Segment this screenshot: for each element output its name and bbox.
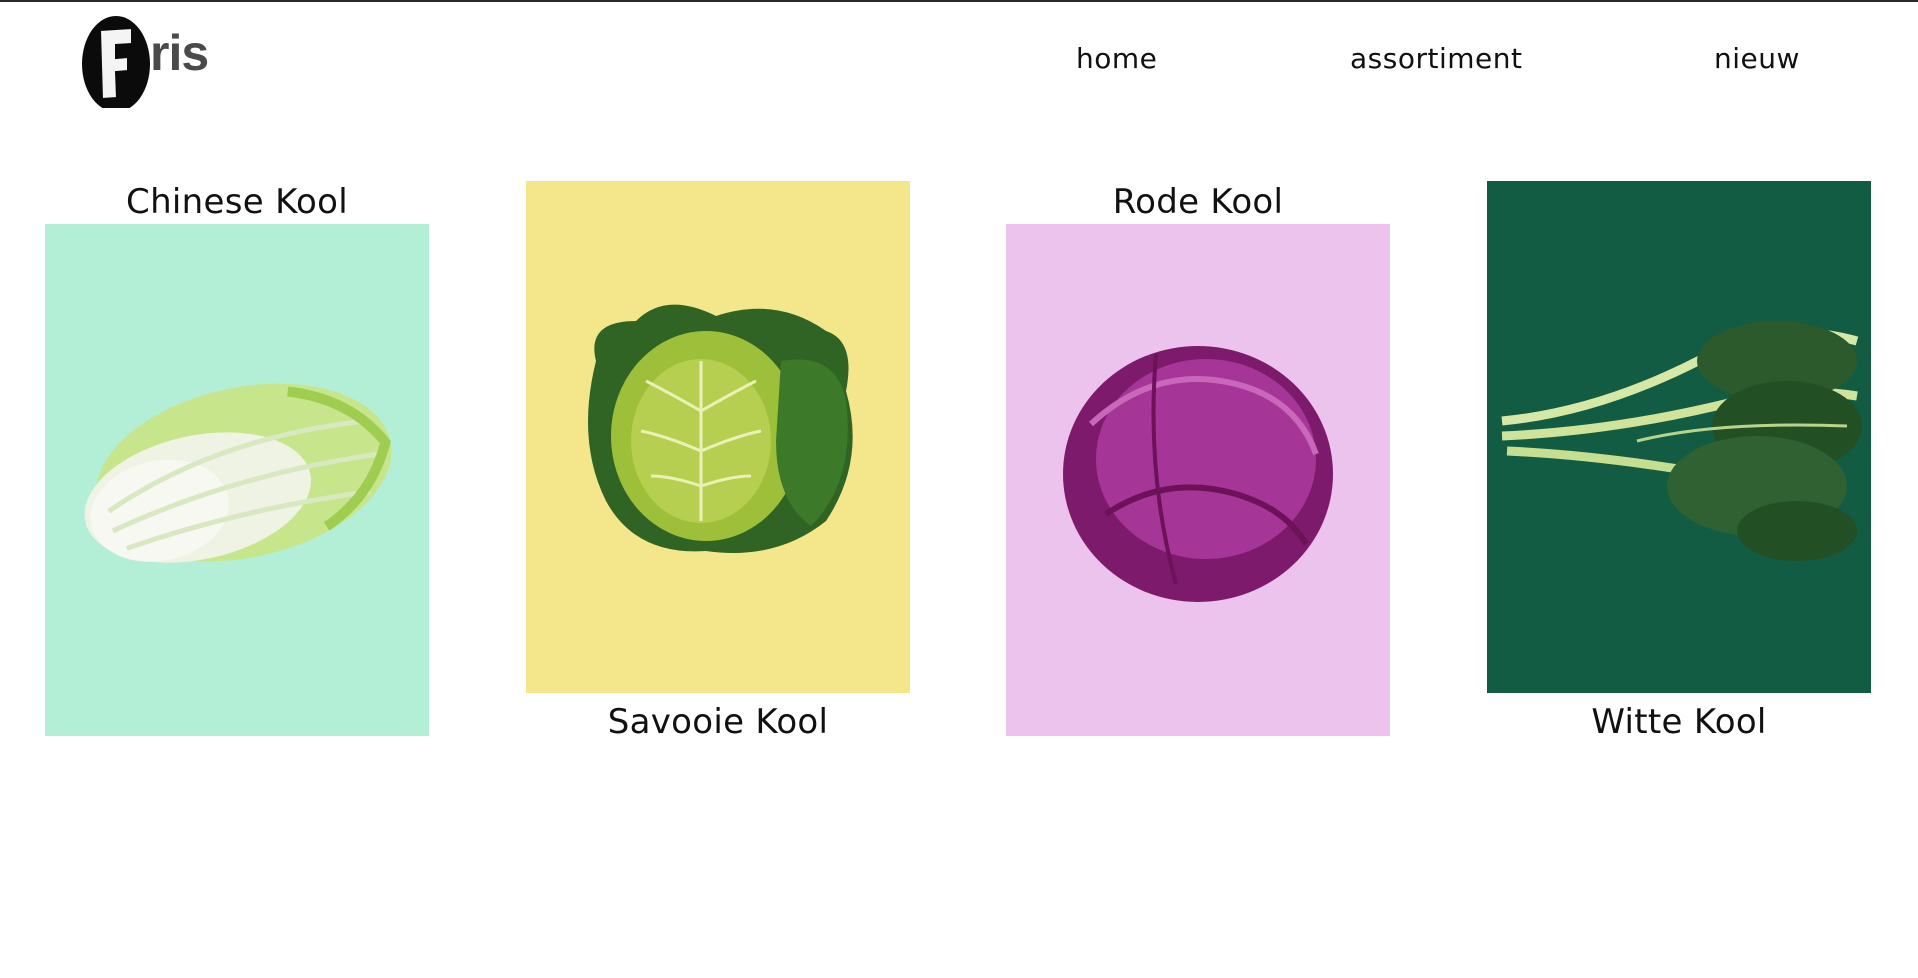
svg-text:ris: ris xyxy=(150,25,208,81)
fris-logo[interactable]: ris xyxy=(80,8,225,112)
product-image-chinese-cabbage[interactable] xyxy=(45,224,429,736)
nav-nieuw-link[interactable]: nieuw xyxy=(1714,42,1800,75)
chinese-cabbage-icon xyxy=(84,383,392,563)
savoy-cabbage-icon xyxy=(588,304,853,553)
product-title: Savooie Kool xyxy=(607,702,829,742)
product-title: Rode Kool xyxy=(1112,182,1284,222)
product-title: Witte Kool xyxy=(1591,702,1767,742)
product-image-savoy-cabbage[interactable] xyxy=(526,181,910,693)
nav-assortiment-link[interactable]: assortiment xyxy=(1350,42,1522,75)
red-cabbage-icon xyxy=(1063,346,1333,602)
product-image-kale-bunch[interactable] xyxy=(1487,181,1871,693)
nav-home-link[interactable]: home xyxy=(1076,42,1157,75)
kale-icon xyxy=(1501,321,1862,561)
product-title: Chinese Kool xyxy=(126,182,348,222)
product-image-red-cabbage[interactable] xyxy=(1006,224,1390,736)
